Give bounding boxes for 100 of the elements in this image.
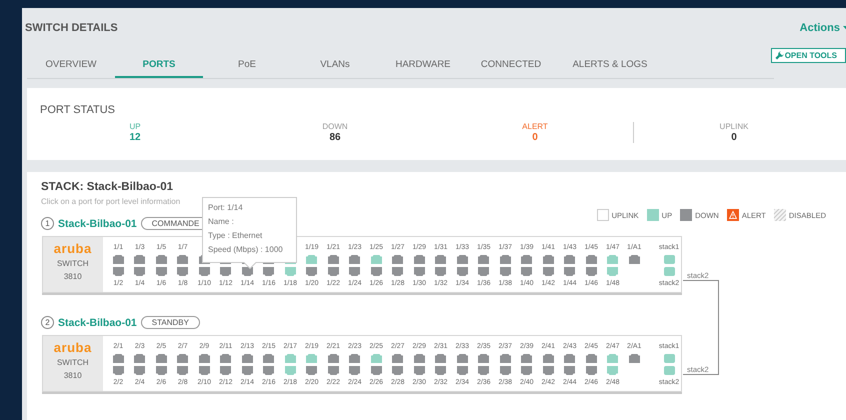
port-icon[interactable]	[156, 354, 167, 363]
port-icon[interactable]	[542, 366, 554, 375]
port-icon[interactable]	[586, 255, 597, 264]
port-icon[interactable]	[112, 267, 124, 276]
port-icon[interactable]	[607, 366, 618, 375]
port-icon[interactable]	[586, 354, 597, 363]
port-icon[interactable]	[306, 255, 318, 264]
port-icon[interactable]	[435, 354, 446, 363]
port-icon[interactable]	[564, 366, 576, 375]
port-icon[interactable]	[478, 354, 490, 363]
port-icon[interactable]	[564, 255, 576, 264]
port-icon[interactable]	[156, 267, 167, 276]
port-icon[interactable]	[586, 267, 597, 276]
tab[interactable]: OVERVIEW	[27, 52, 115, 78]
port-icon[interactable]	[478, 255, 490, 264]
port-icon[interactable]	[263, 366, 274, 375]
tab[interactable]: CONNECTED	[467, 52, 555, 78]
actions-menu[interactable]: Actions	[800, 22, 846, 34]
port-icon[interactable]	[156, 255, 167, 264]
port-icon[interactable]	[242, 366, 253, 375]
port-icon[interactable]	[456, 366, 468, 375]
port-icon[interactable]	[112, 366, 124, 375]
port-icon[interactable]	[607, 267, 618, 276]
port-icon[interactable]	[392, 255, 404, 264]
port-icon[interactable]	[392, 366, 404, 375]
port-icon[interactable]	[177, 255, 188, 264]
port-icon[interactable]	[134, 255, 146, 264]
port-icon[interactable]	[521, 267, 532, 276]
port-icon[interactable]	[542, 255, 554, 264]
port-icon[interactable]	[500, 267, 511, 276]
port-icon[interactable]	[349, 354, 360, 363]
port-icon[interactable]	[220, 354, 232, 363]
port-icon[interactable]	[177, 366, 188, 375]
port-icon[interactable]	[349, 255, 360, 264]
port-icon[interactable]	[156, 366, 167, 375]
port-icon[interactable]	[242, 354, 253, 363]
port-icon[interactable]	[392, 267, 404, 276]
port-icon[interactable]	[564, 354, 576, 363]
port-icon[interactable]	[263, 354, 274, 363]
port-icon[interactable]	[414, 267, 425, 276]
port-icon[interactable]	[328, 354, 339, 363]
port-icon[interactable]	[134, 267, 146, 276]
port-icon[interactable]	[586, 366, 597, 375]
tab[interactable]: ALERTS & LOGS	[555, 52, 665, 78]
port-icon[interactable]	[542, 267, 554, 276]
port-icon[interactable]	[607, 255, 618, 264]
port-icon[interactable]	[370, 267, 382, 276]
port-icon[interactable]	[392, 354, 404, 363]
port-icon[interactable]	[607, 354, 618, 363]
port-icon[interactable]	[328, 366, 339, 375]
port-icon[interactable]	[112, 255, 124, 264]
port-icon[interactable]	[284, 354, 296, 363]
port-icon[interactable]	[349, 267, 360, 276]
port-icon[interactable]	[456, 267, 468, 276]
port-icon[interactable]	[306, 354, 318, 363]
port-icon[interactable]	[500, 354, 511, 363]
port-icon[interactable]	[198, 366, 210, 375]
port-icon[interactable]	[263, 267, 274, 276]
port-icon[interactable]	[456, 354, 468, 363]
tab[interactable]: PoE	[203, 52, 291, 78]
tab[interactable]: HARDWARE	[379, 52, 467, 78]
open-tools-button[interactable]: OPEN TOOLS	[770, 48, 846, 63]
port-icon[interactable]	[177, 267, 188, 276]
port-icon[interactable]	[328, 255, 339, 264]
port-icon[interactable]	[414, 366, 425, 375]
port-icon[interactable]	[198, 267, 210, 276]
port-icon[interactable]	[242, 267, 253, 276]
port-icon[interactable]	[134, 354, 146, 363]
port-icon[interactable]	[370, 366, 382, 375]
port-icon[interactable]	[478, 267, 490, 276]
port-icon[interactable]	[664, 366, 674, 375]
port-icon[interactable]	[478, 366, 490, 375]
port-icon[interactable]	[198, 354, 210, 363]
port-icon[interactable]	[414, 354, 425, 363]
port-icon[interactable]	[521, 366, 532, 375]
port-icon[interactable]	[521, 255, 532, 264]
port-icon[interactable]	[664, 255, 674, 264]
port-icon[interactable]	[134, 366, 146, 375]
port-icon[interactable]	[542, 354, 554, 363]
port-icon[interactable]	[328, 267, 339, 276]
port-icon[interactable]	[306, 366, 318, 375]
port-icon[interactable]	[220, 366, 232, 375]
port-icon[interactable]	[500, 255, 511, 264]
port-icon[interactable]	[664, 354, 674, 363]
tab[interactable]: VLANs	[291, 52, 379, 78]
port-icon[interactable]	[664, 267, 674, 276]
port-icon[interactable]	[414, 255, 425, 264]
port-icon[interactable]	[284, 366, 296, 375]
port-icon[interactable]	[349, 366, 360, 375]
port-icon[interactable]	[521, 354, 532, 363]
port-icon[interactable]	[628, 354, 640, 363]
port-icon[interactable]	[435, 255, 446, 264]
port-icon[interactable]	[284, 267, 296, 276]
port-icon[interactable]	[435, 366, 446, 375]
port-icon[interactable]	[112, 354, 124, 363]
port-icon[interactable]	[177, 354, 188, 363]
port-icon[interactable]	[628, 255, 640, 264]
port-icon[interactable]	[220, 267, 232, 276]
port-icon[interactable]	[456, 255, 468, 264]
port-icon[interactable]	[370, 255, 382, 264]
